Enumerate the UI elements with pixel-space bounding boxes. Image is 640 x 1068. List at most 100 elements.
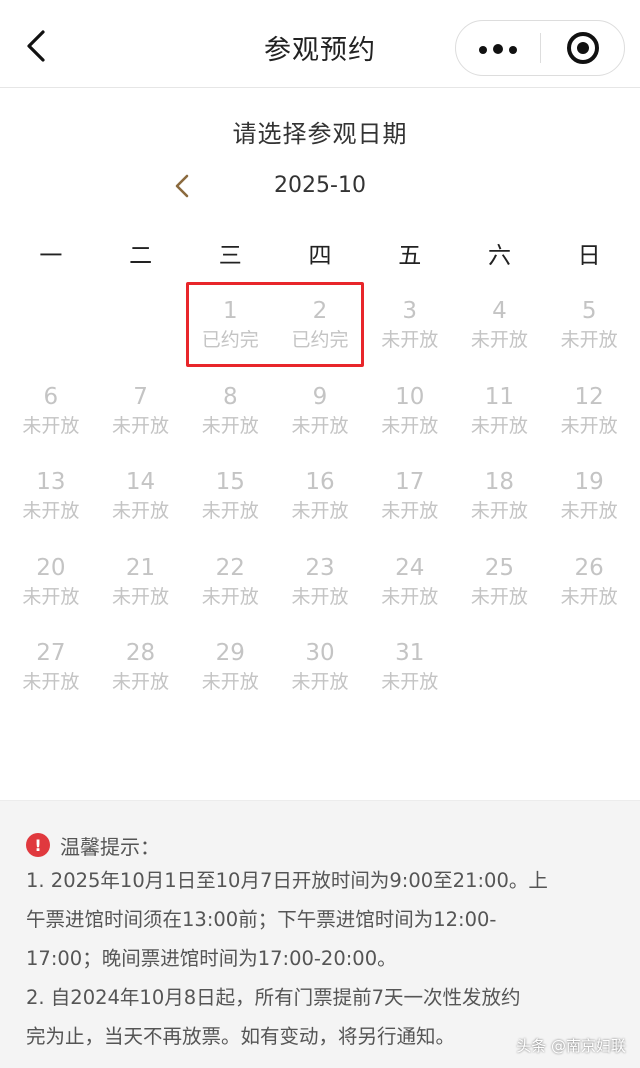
calendar-day-cell[interactable]: 23 未开放 bbox=[275, 553, 365, 639]
day-number: 23 bbox=[305, 554, 335, 581]
calendar-day-cell[interactable]: 27 未开放 bbox=[6, 638, 96, 724]
day-status: 未开放 bbox=[201, 585, 259, 608]
calendar-day-cell[interactable]: 24 未开放 bbox=[365, 553, 455, 639]
day-status: 未开放 bbox=[112, 585, 170, 608]
weekday-label: 日 bbox=[577, 243, 601, 269]
calendar-day-cell[interactable]: 8 未开放 bbox=[185, 382, 275, 468]
calendar-day-cell[interactable]: 2 已约完 bbox=[275, 296, 365, 382]
calendar-day-cell[interactable]: 21 未开放 bbox=[96, 553, 186, 639]
month-navigator: 2025-10 bbox=[0, 170, 640, 204]
exclamation-icon: ! bbox=[26, 833, 50, 857]
more-button[interactable] bbox=[456, 21, 540, 75]
day-status: 未开放 bbox=[291, 585, 349, 608]
calendar-day-cell[interactable]: 6 未开放 bbox=[6, 382, 96, 468]
day-number: 14 bbox=[125, 469, 156, 495]
day-status: 未开放 bbox=[470, 414, 528, 437]
weekday-label: 四 bbox=[308, 243, 332, 269]
day-number: 29 bbox=[215, 640, 245, 666]
notice-panel: ! 温馨提示： 1. 2025年10月1日至10月7日开放时间为9:00至21:… bbox=[0, 800, 640, 1068]
day-number: 24 bbox=[395, 554, 425, 581]
day-status: 未开放 bbox=[560, 585, 618, 608]
notice-line: 17:00；晚间票进馆时间为17:00-20:00。 bbox=[26, 947, 397, 970]
mini-program-capsule bbox=[455, 20, 625, 76]
day-status: 未开放 bbox=[381, 329, 439, 351]
day-number: 2 bbox=[312, 298, 328, 324]
calendar-day-cell[interactable]: 14 未开放 bbox=[96, 467, 186, 553]
day-status: 未开放 bbox=[22, 585, 80, 608]
calendar-day-cell[interactable]: 16 未开放 bbox=[275, 467, 365, 553]
calendar-day-cell[interactable]: 5 未开放 bbox=[544, 296, 634, 382]
notice-title: 温馨提示： bbox=[60, 834, 160, 859]
day-number: 8 bbox=[222, 383, 238, 410]
navigation-bar: 参观预约 bbox=[0, 0, 640, 88]
calendar-day-cell[interactable]: 20 未开放 bbox=[6, 553, 96, 639]
day-number: 30 bbox=[305, 640, 335, 666]
notice-line: 1. 2025年10月1日至10月7日开放时间为9:00至21:00。上 bbox=[26, 869, 548, 892]
calendar-day-cell[interactable]: 31 未开放 bbox=[365, 638, 455, 724]
weekday-header: 一 二 三 四 五 六 日 bbox=[6, 236, 634, 270]
day-number: 25 bbox=[484, 554, 515, 581]
day-number: 12 bbox=[574, 383, 604, 410]
day-number: 21 bbox=[125, 554, 156, 581]
calendar-empty-cell bbox=[6, 296, 96, 382]
day-status: 未开放 bbox=[22, 671, 80, 693]
day-number: 10 bbox=[395, 383, 425, 410]
calendar-day-cell[interactable]: 28 未开放 bbox=[96, 638, 186, 724]
calendar-day-cell[interactable]: 4 未开放 bbox=[455, 296, 545, 382]
calendar-day-cell[interactable]: 19 未开放 bbox=[544, 467, 634, 553]
day-number: 19 bbox=[574, 469, 604, 495]
calendar-day-cell[interactable]: 9 未开放 bbox=[275, 382, 365, 468]
day-status: 未开放 bbox=[112, 414, 170, 437]
target-close-icon bbox=[567, 32, 599, 64]
day-status: 未开放 bbox=[291, 671, 349, 693]
day-status: 未开放 bbox=[470, 329, 528, 351]
day-status: 未开放 bbox=[381, 414, 439, 437]
day-number: 27 bbox=[36, 640, 66, 666]
calendar-day-cell[interactable]: 1 已约完 bbox=[185, 296, 275, 382]
day-status: 未开放 bbox=[291, 414, 349, 437]
watermark: 头条 @南京妇联 bbox=[516, 1037, 626, 1055]
day-status: 未开放 bbox=[22, 500, 80, 522]
month-label: 2025-10 bbox=[274, 173, 366, 198]
day-number: 18 bbox=[484, 469, 515, 495]
calendar-day-cell[interactable]: 22 未开放 bbox=[185, 553, 275, 639]
day-number: 13 bbox=[36, 469, 66, 495]
weekday-label: 一 bbox=[39, 243, 63, 269]
calendar-day-cell[interactable]: 29 未开放 bbox=[185, 638, 275, 724]
day-status: 已约完 bbox=[201, 329, 259, 351]
day-number: 9 bbox=[312, 383, 328, 410]
day-number: 3 bbox=[402, 298, 418, 324]
close-button[interactable] bbox=[541, 21, 625, 75]
day-status: 未开放 bbox=[201, 500, 259, 522]
more-dots-icon bbox=[476, 39, 520, 58]
day-status: 未开放 bbox=[201, 671, 259, 693]
day-number: 20 bbox=[36, 554, 66, 581]
calendar-day-cell[interactable]: 7 未开放 bbox=[96, 382, 186, 468]
day-status: 未开放 bbox=[560, 329, 618, 351]
calendar-day-cell[interactable]: 3 未开放 bbox=[365, 296, 455, 382]
day-number: 28 bbox=[125, 640, 156, 666]
day-status: 未开放 bbox=[470, 585, 528, 608]
day-number: 17 bbox=[395, 469, 425, 495]
day-status: 未开放 bbox=[381, 585, 439, 608]
calendar-day-cell[interactable]: 11 未开放 bbox=[455, 382, 545, 468]
day-number: 15 bbox=[215, 469, 245, 495]
calendar-day-cell[interactable]: 12 未开放 bbox=[544, 382, 634, 468]
day-status: 已约完 bbox=[291, 329, 349, 351]
day-number: 26 bbox=[574, 554, 604, 581]
day-status: 未开放 bbox=[560, 500, 618, 522]
calendar-day-cell[interactable]: 13 未开放 bbox=[6, 467, 96, 553]
calendar-day-cell[interactable]: 26 未开放 bbox=[544, 553, 634, 639]
day-status: 未开放 bbox=[291, 500, 349, 522]
day-number: 22 bbox=[215, 554, 245, 581]
calendar-day-cell[interactable]: 17 未开放 bbox=[365, 467, 455, 553]
calendar-day-cell[interactable]: 25 未开放 bbox=[455, 553, 545, 639]
notice-line: 午票进馆时间须在13:00前；下午票进馆时间为12:00- bbox=[26, 908, 497, 931]
day-status: 未开放 bbox=[112, 500, 170, 522]
calendar-day-cell[interactable]: 18 未开放 bbox=[455, 467, 545, 553]
calendar-day-cell[interactable]: 30 未开放 bbox=[275, 638, 365, 724]
calendar-day-cell[interactable]: 15 未开放 bbox=[185, 467, 275, 553]
notice-line: 2. 自2024年10月8日起，所有门票提前7天一次性发放约 bbox=[26, 986, 521, 1009]
notice-header: ! 温馨提示： bbox=[26, 829, 616, 861]
calendar-day-cell[interactable]: 10 未开放 bbox=[365, 382, 455, 468]
